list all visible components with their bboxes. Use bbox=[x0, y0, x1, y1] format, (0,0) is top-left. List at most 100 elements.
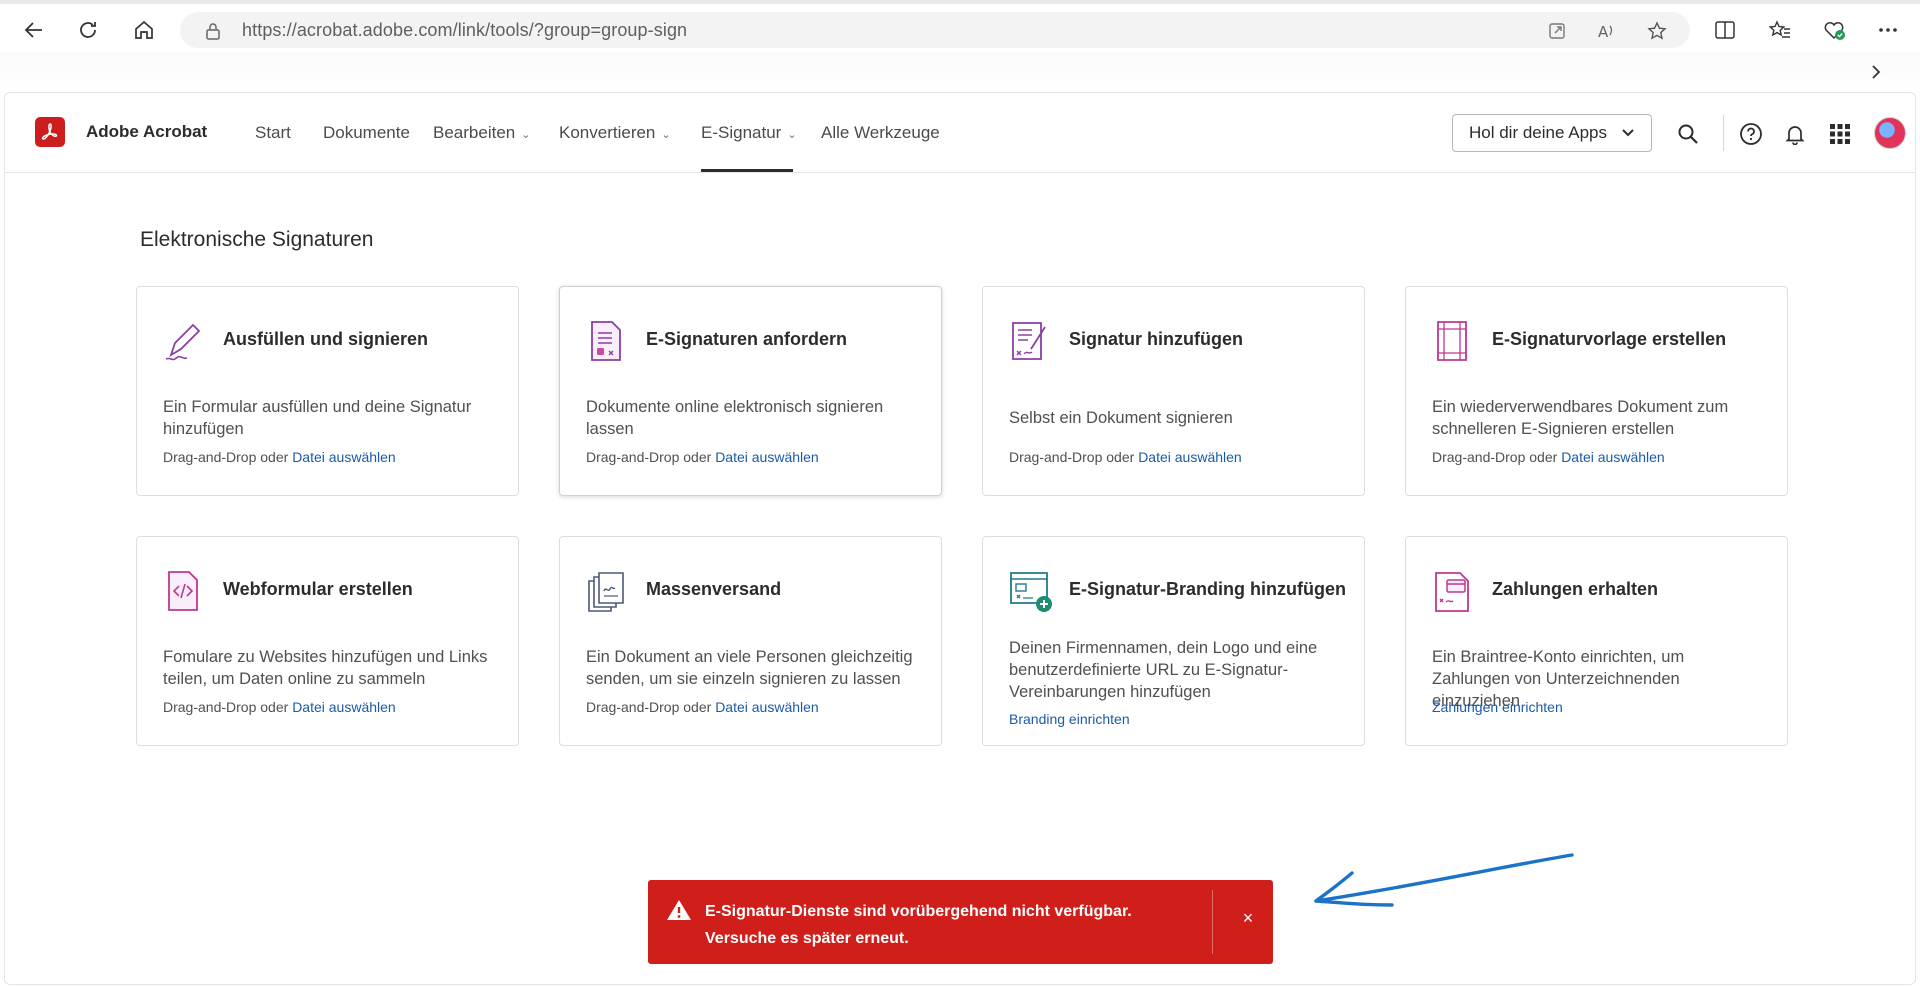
toast-divider bbox=[1212, 890, 1213, 954]
card-drop-row: Drag-and-Drop oder Datei auswählen bbox=[586, 699, 819, 715]
setup-payments-link[interactable]: Zahlungen einrichten bbox=[1432, 699, 1563, 715]
card-description: Selbst ein Dokument signieren bbox=[1009, 409, 1233, 427]
chevron-right-icon[interactable] bbox=[1864, 60, 1888, 84]
menu-alle-werkzeuge-label: Alle Werkzeuge bbox=[821, 123, 940, 142]
drag-drop-text: Drag-and-Drop oder bbox=[1009, 449, 1135, 465]
url-text[interactable]: https://acrobat.adobe.com/link/tools/?gr… bbox=[242, 20, 687, 41]
card-web-form[interactable]: Webformular erstellen Fomulare zu Websit… bbox=[136, 536, 519, 746]
bulk-send-icon bbox=[588, 572, 624, 612]
select-file-link[interactable]: Datei auswählen bbox=[292, 449, 396, 465]
card-description: Ein wiederverwendbares Dokument zum schn… bbox=[1432, 398, 1729, 438]
chevron-down-icon bbox=[1622, 129, 1634, 137]
payment-icon bbox=[1435, 572, 1469, 612]
drag-drop-text: Drag-and-Drop oder bbox=[1432, 449, 1558, 465]
drag-drop-text: Drag-and-Drop oder bbox=[586, 449, 712, 465]
card-branding[interactable]: E-Signatur-Branding hinzufügen Deinen Fi… bbox=[982, 536, 1365, 746]
card-link-row: Zahlungen einrichten bbox=[1432, 699, 1563, 715]
error-toast: E-Signatur-Dienste sind vorübergehend ni… bbox=[648, 880, 1273, 964]
card-title: Massenversand bbox=[646, 579, 782, 599]
select-file-link[interactable]: Datei auswählen bbox=[1138, 449, 1242, 465]
pen-sign-icon bbox=[165, 323, 201, 361]
template-icon bbox=[1437, 321, 1467, 361]
add-signature-icon bbox=[1012, 322, 1046, 360]
card-add-signature[interactable]: Signatur hinzufügen Selbst ein Dokument … bbox=[982, 286, 1365, 496]
card-create-template[interactable]: E-Signaturvorlage erstellen Ein wiederve… bbox=[1405, 286, 1788, 496]
card-title: E-Signaturvorlage erstellen bbox=[1492, 329, 1727, 349]
split-screen-icon[interactable] bbox=[1711, 16, 1739, 44]
favorites-icon[interactable] bbox=[1766, 16, 1794, 44]
active-menu-indicator bbox=[701, 169, 793, 172]
app-header: Adobe Acrobat Start Dokumente Bearbeiten… bbox=[5, 93, 1915, 173]
menu-dokumente[interactable]: Dokumente bbox=[323, 122, 410, 144]
acrobat-logo-icon[interactable] bbox=[35, 117, 65, 147]
card-title: Webformular erstellen bbox=[223, 579, 413, 599]
card-title: Ausfüllen und signieren bbox=[223, 329, 429, 349]
header-divider bbox=[1723, 115, 1724, 151]
annotation-arrow bbox=[1314, 853, 1574, 907]
menu-esignatur[interactable]: E-Signatur ⌄ bbox=[701, 122, 797, 144]
card-description: Ein Formular ausfüllen und deine Signatu… bbox=[163, 398, 472, 438]
request-signature-icon bbox=[591, 321, 621, 361]
chevron-down-icon: ⌄ bbox=[787, 128, 797, 141]
card-drop-row: Drag-and-Drop oder Datei auswählen bbox=[1009, 449, 1242, 465]
menu-bearbeiten[interactable]: Bearbeiten ⌄ bbox=[433, 122, 530, 144]
select-file-link[interactable]: Datei auswählen bbox=[715, 449, 819, 465]
lock-icon[interactable] bbox=[202, 20, 224, 42]
address-bar[interactable]: https://acrobat.adobe.com/link/tools/?gr… bbox=[180, 12, 1690, 48]
back-icon[interactable] bbox=[16, 12, 52, 48]
menu-alle-werkzeuge[interactable]: Alle Werkzeuge bbox=[821, 122, 940, 144]
get-apps-label: Hol dir deine Apps bbox=[1469, 123, 1607, 142]
acrobat-app: Adobe Acrobat Start Dokumente Bearbeiten… bbox=[4, 92, 1916, 985]
help-icon[interactable] bbox=[1736, 119, 1766, 149]
card-payments[interactable]: Zahlungen erhalten Ein Braintree-Konto e… bbox=[1405, 536, 1788, 746]
browser-strip bbox=[0, 52, 1920, 92]
svg-text:A: A bbox=[1598, 23, 1609, 40]
browser-essentials-icon[interactable] bbox=[1820, 16, 1848, 44]
card-description: Deinen Firmennamen, dein Logo und eine b… bbox=[1009, 639, 1318, 701]
menu-bearbeiten-label: Bearbeiten bbox=[433, 123, 516, 142]
reload-icon[interactable] bbox=[70, 12, 106, 48]
card-description: Ein Dokument an viele Personen gleichzei… bbox=[586, 648, 913, 688]
menu-start[interactable]: Start bbox=[255, 122, 291, 144]
close-icon[interactable]: × bbox=[1236, 906, 1260, 930]
card-bulk-send[interactable]: Massenversand Ein Dokument an viele Pers… bbox=[559, 536, 942, 746]
branding-icon bbox=[1010, 572, 1052, 612]
card-drop-row: Drag-and-Drop oder Datei auswählen bbox=[586, 449, 819, 465]
card-title: E-Signaturen anfordern bbox=[646, 329, 848, 349]
apps-grid-icon[interactable] bbox=[1825, 119, 1855, 149]
card-request-esignatures[interactable]: E-Signaturen anfordern Dokumente online … bbox=[559, 286, 942, 496]
card-title: E-Signatur-Branding hinzufügen bbox=[1069, 579, 1346, 599]
home-icon[interactable] bbox=[126, 12, 162, 48]
card-drop-row: Drag-and-Drop oder Datei auswählen bbox=[163, 699, 396, 715]
card-drop-row: Drag-and-Drop oder Datei auswählen bbox=[1432, 449, 1665, 465]
drag-drop-text: Drag-and-Drop oder bbox=[163, 449, 289, 465]
menu-dokumente-label: Dokumente bbox=[323, 123, 410, 142]
get-apps-button[interactable]: Hol dir deine Apps bbox=[1452, 114, 1652, 152]
menu-start-label: Start bbox=[255, 123, 291, 142]
open-in-app-icon[interactable] bbox=[1546, 20, 1568, 42]
card-title: Signatur hinzufügen bbox=[1069, 329, 1243, 349]
search-icon[interactable] bbox=[1673, 119, 1703, 149]
read-aloud-icon[interactable]: A bbox=[1596, 20, 1618, 42]
menu-konvertieren-label: Konvertieren bbox=[559, 123, 656, 142]
card-description: Fomulare zu Websites hinzufügen und Link… bbox=[163, 648, 488, 688]
notification-bell-icon[interactable] bbox=[1780, 119, 1810, 149]
brand-name[interactable]: Adobe Acrobat bbox=[86, 122, 207, 142]
menu-konvertieren[interactable]: Konvertieren ⌄ bbox=[559, 122, 671, 144]
select-file-link[interactable]: Datei auswählen bbox=[292, 699, 396, 715]
drag-drop-text: Drag-and-Drop oder bbox=[586, 699, 712, 715]
card-fill-and-sign[interactable]: Ausfüllen und signieren Ein Formular aus… bbox=[136, 286, 519, 496]
toast-message: E-Signatur-Dienste sind vorübergehend ni… bbox=[705, 903, 1132, 947]
chevron-down-icon: ⌄ bbox=[661, 128, 671, 141]
card-link-row: Branding einrichten bbox=[1009, 711, 1130, 727]
menu-esignatur-label: E-Signatur bbox=[701, 123, 782, 142]
more-options-icon[interactable] bbox=[1874, 16, 1902, 44]
select-file-link[interactable]: Datei auswählen bbox=[1561, 449, 1665, 465]
warning-icon bbox=[667, 900, 691, 920]
user-avatar[interactable] bbox=[1874, 117, 1906, 149]
chevron-down-icon: ⌄ bbox=[521, 128, 531, 141]
card-drop-row: Drag-and-Drop oder Datei auswählen bbox=[163, 449, 396, 465]
setup-branding-link[interactable]: Branding einrichten bbox=[1009, 711, 1130, 727]
select-file-link[interactable]: Datei auswählen bbox=[715, 699, 819, 715]
favorite-star-icon[interactable] bbox=[1646, 20, 1668, 42]
